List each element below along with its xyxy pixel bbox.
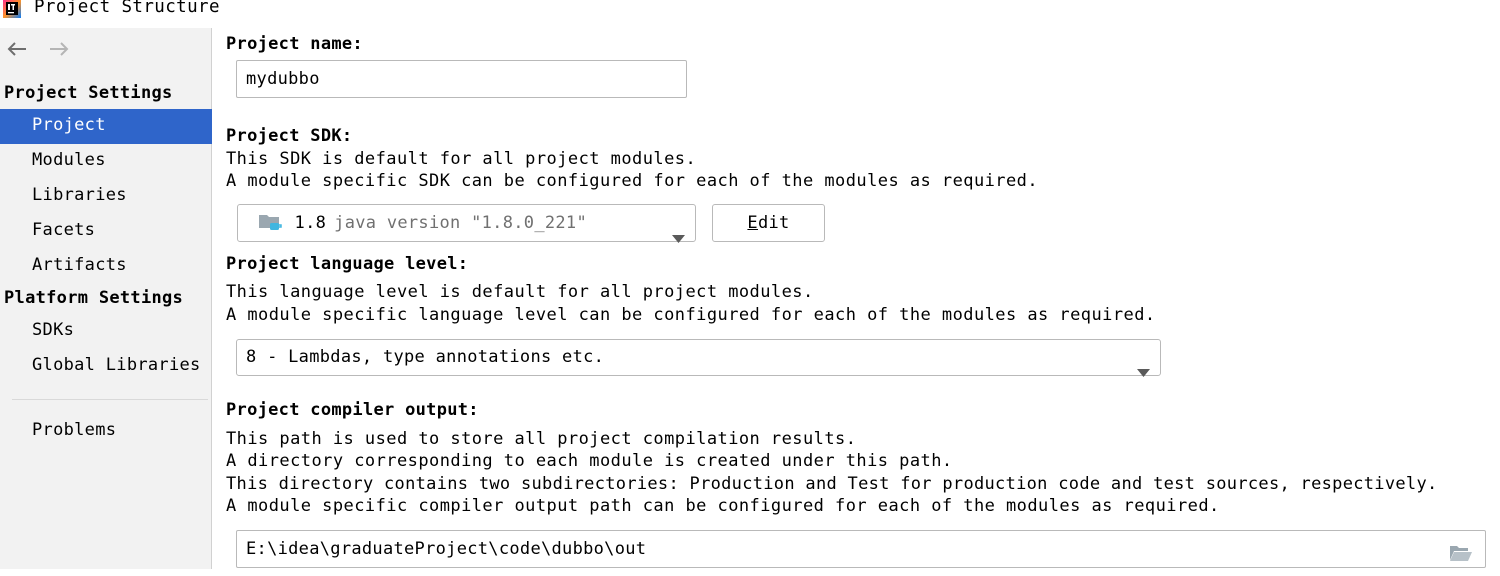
language-level-desc-2: A module specific language level can be …: [226, 305, 1156, 325]
sidebar-item-libraries[interactable]: Libraries: [0, 179, 212, 214]
compiler-output-desc-1: This path is used to store all project c…: [226, 429, 857, 449]
project-sdk-desc-2: A module specific SDK can be configured …: [226, 171, 1039, 191]
sidebar-item-global-libraries[interactable]: Global Libraries: [0, 349, 212, 384]
project-sdk-select[interactable]: 1.8 java version "1.8.0_221": [237, 204, 696, 243]
compiler-output-desc-2: A directory corresponding to each module…: [226, 451, 953, 471]
sidebar-item-modules[interactable]: Modules: [0, 144, 212, 179]
sidebar-divider: [12, 399, 208, 400]
sidebar-item-artifacts[interactable]: Artifacts: [0, 249, 212, 284]
language-level-value: 8 - Lambdas, type annotations etc.: [246, 347, 605, 367]
language-level-select[interactable]: 8 - Lambdas, type annotations etc.: [236, 339, 1161, 377]
compiler-output-path-input[interactable]: E:\idea\graduateProject\code\dubbo\out: [236, 530, 1486, 568]
platform-settings-header: Platform Settings: [4, 288, 184, 308]
window-title: Project Structure: [34, 0, 220, 17]
arrow-right-icon[interactable]: [46, 36, 72, 62]
jdk-folder-icon: [258, 210, 284, 232]
sidebar-item-facets[interactable]: Facets: [0, 214, 212, 249]
sdk-detail: java version "1.8.0_221": [334, 213, 587, 233]
sdk-version: 1.8: [294, 213, 327, 233]
project-name-input[interactable]: mydubbo: [236, 60, 687, 98]
folder-open-icon[interactable]: [1449, 540, 1473, 561]
language-level-label: Project language level:: [226, 254, 469, 274]
compiler-output-path: E:\idea\graduateProject\code\dubbo\out: [246, 539, 647, 559]
sidebar: Project Settings Project Modules Librari…: [0, 28, 212, 569]
compiler-output-desc-4: A module specific compiler output path c…: [226, 496, 1220, 516]
project-sdk-label: Project SDK:: [226, 126, 353, 146]
edit-button-label: Edit: [747, 213, 790, 233]
sidebar-item-sdks[interactable]: SDKs: [0, 314, 212, 349]
chevron-down-icon: [672, 220, 685, 243]
sidebar-item-problems[interactable]: Problems: [0, 414, 212, 449]
project-name-label: Project name:: [226, 34, 363, 54]
arrow-left-icon[interactable]: [4, 36, 30, 62]
compiler-output-desc-3: This directory contains two subdirectori…: [226, 474, 1438, 494]
edit-sdk-button[interactable]: Edit: [712, 204, 825, 242]
compiler-output-label: Project compiler output:: [226, 400, 479, 420]
intellij-logo-icon: [2, 0, 22, 18]
chevron-down-icon: [1137, 355, 1150, 377]
language-level-desc-1: This language level is default for all p…: [226, 282, 814, 302]
project-settings-panel: Project name: mydubbo Project SDK: This …: [213, 28, 1500, 569]
project-settings-header: Project Settings: [4, 83, 173, 103]
title-bar: Project Structure: [0, 0, 1500, 22]
project-sdk-desc-1: This SDK is default for all project modu…: [226, 149, 697, 169]
sidebar-item-project[interactable]: Project: [0, 109, 212, 144]
